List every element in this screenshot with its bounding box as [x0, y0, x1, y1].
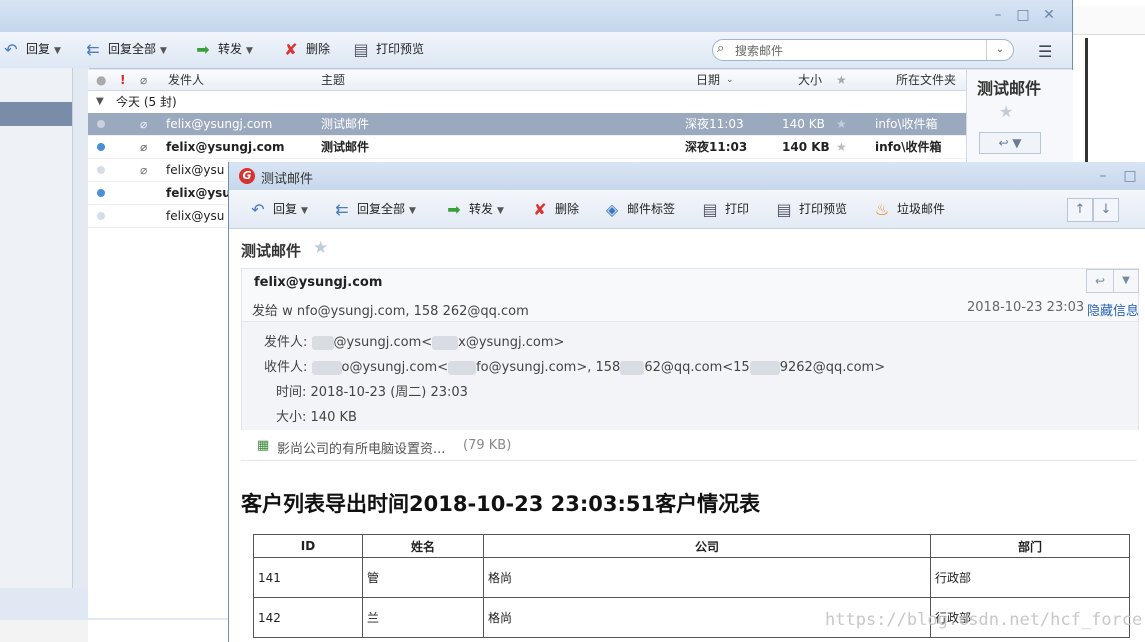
- reply-button[interactable]: ↶ 回复 ▼: [0, 37, 61, 61]
- attachment-icon: ⌀: [140, 163, 148, 177]
- delete-button[interactable]: ✘ 删除: [280, 37, 330, 61]
- table-header-row: ID 姓名 公司 部门: [253, 534, 1130, 558]
- sidebar-splitter[interactable]: [72, 68, 89, 588]
- print-icon: ▤: [702, 199, 718, 219]
- sidebar-selected-folder[interactable]: [0, 102, 74, 126]
- preview-pane: 测试邮件 ★ ↩ ▼: [966, 70, 1073, 170]
- mail-subject: 测试邮件: [241, 242, 302, 260]
- excel-file-icon: ▦: [257, 438, 270, 453]
- watermark: https://blog.csdn.net/hcf_force: [825, 610, 1143, 630]
- delete-icon: ✘: [284, 39, 298, 59]
- reply-icon: ↶: [4, 39, 18, 59]
- hide-info-link[interactable]: 隐藏信息: [1087, 300, 1139, 319]
- maximize-icon[interactable]: □: [1122, 169, 1138, 183]
- table-row: 141 管 格尚 行政部: [253, 557, 1130, 598]
- window-title: 测试邮件: [261, 172, 314, 187]
- search-input[interactable]: ⌕ 搜索邮件 ⌄: [712, 39, 1014, 61]
- size-row: 大小: 140 KB: [276, 410, 357, 425]
- fire-icon: ♨: [874, 199, 890, 219]
- maximize-icon[interactable]: □: [1015, 8, 1031, 22]
- star-icon[interactable]: ★: [836, 136, 847, 158]
- list-item[interactable]: ⌀ felix@ysungj.com 测试邮件 深夜11:03 140 KB ★…: [88, 113, 966, 136]
- folder-sidebar: [0, 68, 89, 588]
- attachment-icon: ⌀: [140, 117, 148, 131]
- reply-all-button[interactable]: ⇇ 回复全部 ▼: [331, 197, 416, 221]
- column-subject[interactable]: 主题: [321, 70, 345, 90]
- attachment-bar: ▦ 影尚公司的有所电脑设置资... (79 KB): [241, 432, 1137, 461]
- mail-toolbar: ↶ 回复 ▼ ⇇ 回复全部 ▼ ➡ 转发 ▼ ✘ 删除 ◈ 邮件标签 ▤ 打印 ▤ 打印预览 ♨ 垃圾…: [229, 190, 1145, 229]
- delete-icon: ✘: [533, 199, 547, 219]
- star-icon[interactable]: ★: [836, 113, 847, 135]
- attachment-icon: ⌀: [140, 140, 148, 154]
- column-date[interactable]: 日期: [696, 70, 720, 90]
- print-preview-icon: ▤: [353, 39, 369, 59]
- reply-icon[interactable]: ↩: [1086, 269, 1114, 293]
- reply-all-icon: ⇇: [86, 39, 100, 59]
- minimize-icon[interactable]: –: [1095, 169, 1111, 183]
- column-size[interactable]: 大小: [798, 70, 822, 90]
- to-row: 收件人: o@ysungj.com< fo@ysungj.com>, 158 62@…: [264, 360, 886, 375]
- next-mail-button[interactable]: ↓: [1093, 198, 1119, 222]
- star-icon[interactable]: ★: [313, 238, 328, 258]
- group-header[interactable]: ▼ 今天 (5 封): [88, 92, 966, 112]
- menu-icon[interactable]: ☰: [1038, 42, 1052, 61]
- reply-icon: ↶: [251, 199, 265, 219]
- reply-button[interactable]: ↶ 回复 ▼: [247, 197, 308, 221]
- star-icon[interactable]: ★: [999, 102, 1013, 121]
- tag-icon: ◈: [605, 199, 619, 219]
- attachment-size: (79 KB): [463, 438, 512, 453]
- junk-button[interactable]: ♨ 垃圾邮件: [871, 197, 945, 221]
- app-logo-icon: G: [239, 168, 255, 184]
- column-folder[interactable]: 所在文件夹: [896, 70, 956, 90]
- attachment-link[interactable]: 影尚公司的有所电脑设置资...: [277, 438, 445, 457]
- read-status-column-icon[interactable]: ●: [96, 70, 106, 90]
- list-item[interactable]: ⌀ felix@ysungj.com 测试邮件 深夜11:03 140 KB ★…: [88, 136, 966, 159]
- reply-all-icon: ⇇: [335, 199, 349, 219]
- collapse-icon: ▼: [96, 96, 104, 107]
- print-preview-button[interactable]: ▤ 打印预览: [350, 37, 424, 61]
- search-icon: ⌕: [717, 41, 725, 56]
- print-preview-button[interactable]: ▤ 打印预览: [773, 197, 847, 221]
- tag-button[interactable]: ◈ 邮件标签: [601, 197, 675, 221]
- list-header: ● ! ⌀ 发件人 主题 日期 ⌄ 大小 ★ 所在文件夹: [88, 70, 966, 91]
- previous-mail-button[interactable]: ↑: [1067, 198, 1093, 222]
- chevron-down-icon[interactable]: ▼: [1113, 269, 1139, 293]
- preview-subject: 测试邮件: [977, 79, 1042, 98]
- mail-datetime: 2018-10-23 23:03: [967, 300, 1085, 315]
- mail-reading-window: G 测试邮件 – □ ↶ 回复 ▼ ⇇ 回复全部 ▼ ➡ 转发 ▼ ✘ 删除 ◈ 邮件标签 ▤ 打…: [228, 162, 1145, 642]
- delete-button[interactable]: ✘ 删除: [529, 197, 579, 221]
- column-from[interactable]: 发件人: [168, 70, 204, 90]
- attachment-column-icon[interactable]: ⌀: [140, 70, 147, 90]
- mail-header: felix@ysungj.com 发给 w nfo@ysungj.com, 15…: [241, 268, 1139, 430]
- star-column-icon[interactable]: ★: [836, 70, 847, 90]
- priority-column-icon[interactable]: !: [120, 70, 125, 90]
- time-row: 时间: 2018-10-23 (周二) 23:03: [276, 385, 468, 400]
- print-preview-icon: ▤: [776, 199, 792, 219]
- forward-icon: ➡: [196, 39, 210, 59]
- reply-all-button[interactable]: ⇇ 回复全部 ▼: [82, 37, 167, 61]
- mail-title-bar: G 测试邮件 – □: [229, 162, 1145, 190]
- forward-button[interactable]: ➡ 转发 ▼: [443, 197, 504, 221]
- body-heading: 客户列表导出时间2018-10-23 23:03:51客户情况表: [241, 492, 761, 516]
- forward-icon: ➡: [447, 199, 461, 219]
- main-title-bar: – □ ✕: [0, 0, 1072, 32]
- reply-dropdown-button[interactable]: ↩ ▼: [979, 132, 1041, 154]
- recipients-line: 发给 w nfo@ysungj.com, 158 262@qq.com: [252, 304, 529, 319]
- minimize-icon[interactable]: –: [990, 8, 1006, 22]
- forward-button[interactable]: ➡ 转发 ▼: [192, 37, 253, 61]
- close-icon[interactable]: ✕: [1041, 8, 1057, 22]
- sender-display: felix@ysungj.com: [254, 275, 383, 290]
- chevron-down-icon[interactable]: ⌄: [986, 40, 1013, 60]
- print-button[interactable]: ▤ 打印: [699, 197, 749, 221]
- from-row: 发件人: @ysungj.com< x@ysungj.com>: [264, 335, 565, 350]
- sort-chevron-icon: ⌄: [726, 75, 734, 85]
